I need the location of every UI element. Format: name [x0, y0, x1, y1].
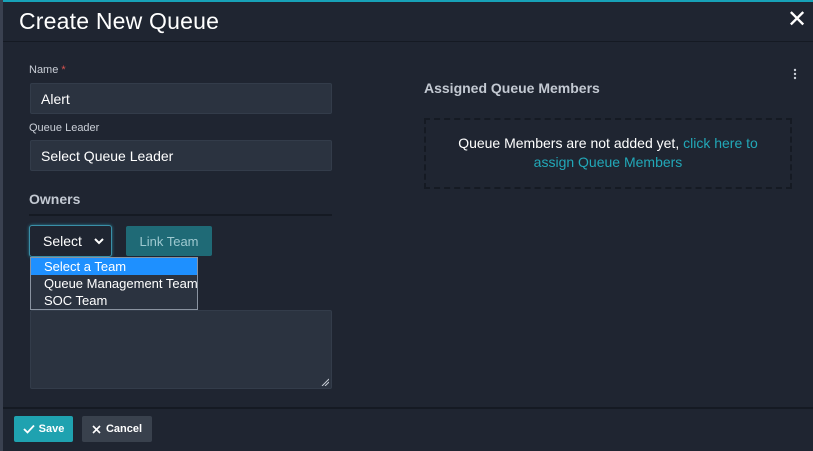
kebab-menu-icon[interactable]	[792, 68, 798, 80]
cancel-button[interactable]: Cancel	[82, 416, 152, 442]
dropdown-option-soc-team[interactable]: SOC Team	[31, 292, 197, 309]
members-empty-box: Queue Members are not added yet, click h…	[424, 118, 792, 189]
modal-header: Create New Queue ✕	[3, 2, 813, 42]
queue-leader-value: Select Queue Leader	[41, 147, 174, 164]
check-icon	[23, 424, 35, 434]
create-queue-modal: Create New Queue ✕ Name * Alert Queue Lea…	[0, 0, 813, 451]
description-textarea[interactable]	[30, 310, 332, 389]
name-label-text: Name	[29, 64, 59, 76]
members-empty-line1: Queue Members are not added yet, click h…	[426, 134, 790, 153]
chevron-down-icon	[94, 238, 104, 245]
modal-title: Create New Queue	[19, 8, 220, 34]
assign-members-link-part1[interactable]: click here to	[683, 135, 758, 151]
queue-leader-label: Queue Leader	[29, 122, 100, 134]
owners-title: Owners	[29, 191, 81, 207]
name-input-value: Alert	[41, 90, 70, 107]
close-icon[interactable]: ✕	[786, 8, 808, 32]
cancel-button-label: Cancel	[105, 423, 143, 435]
resize-handle-icon[interactable]	[321, 378, 329, 386]
team-dropdown-list: Select a Team Queue Management Team SOC …	[30, 257, 198, 310]
dropdown-option-queue-management-team[interactable]: Queue Management Team	[31, 275, 198, 292]
members-empty-text: Queue Members are not added yet,	[458, 135, 680, 151]
assign-members-link-part2[interactable]: assign Queue Members	[534, 154, 683, 170]
save-button-label: Save	[38, 423, 65, 435]
dropdown-option-select-a-team[interactable]: Select a Team	[31, 258, 197, 275]
team-select[interactable]: Select	[29, 225, 112, 257]
assigned-members-title: Assigned Queue Members	[424, 80, 600, 96]
x-icon	[92, 424, 101, 434]
name-input[interactable]: Alert	[30, 83, 332, 114]
queue-leader-select[interactable]: Select Queue Leader	[30, 140, 332, 171]
name-label: Name *	[29, 64, 66, 76]
team-select-value: Select	[43, 233, 82, 249]
save-button[interactable]: Save	[14, 416, 73, 442]
owners-divider	[29, 214, 332, 216]
link-team-button[interactable]: Link Team	[126, 226, 212, 256]
required-mark: *	[61, 64, 66, 76]
members-empty-line2: assign Queue Members	[426, 153, 790, 172]
